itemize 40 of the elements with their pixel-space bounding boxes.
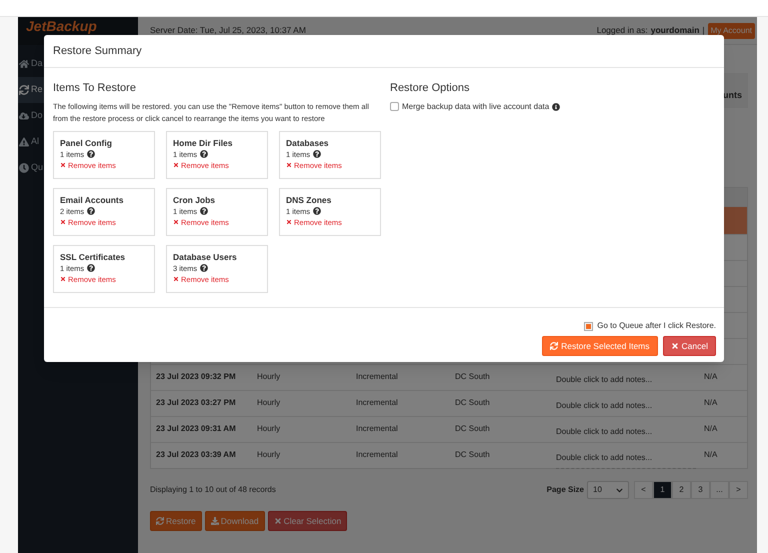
table-cell-text: DC South — [455, 371, 491, 383]
table-cell-text: DC South — [455, 397, 491, 409]
server-date: Server Date: Tue, Jul 25, 2023, 10:37 AM — [150, 24, 306, 37]
table-cell-text: N/A — [703, 423, 718, 435]
option-label: Merge backup data with live account data — [402, 100, 550, 112]
item-name: Panel Config — [60, 138, 113, 148]
item-name: Cron Jobs — [173, 194, 216, 206]
options-heading: Restore Options — [390, 81, 470, 96]
table-cell-text: Hourly — [257, 371, 282, 383]
page-size-label: Page Size — [546, 484, 584, 496]
table-cell-text: Incremental — [356, 371, 399, 383]
table-cell-text: 23 Jul 2023 03:39 AM — [156, 449, 237, 461]
dialog-title: Restore Summary — [53, 44, 142, 59]
table-cell-text: DC South — [455, 423, 491, 435]
table-cell-text: Hourly — [257, 423, 282, 435]
logo: JetBackup — [26, 19, 97, 33]
table-cell-text: 23 Jul 2023 03:27 PM — [156, 397, 237, 409]
table-cell-text: Incremental — [356, 397, 399, 409]
item-name: Database Users — [173, 252, 238, 262]
item-name: Home Dir Files — [173, 138, 234, 148]
item-name: DNS Zones — [286, 194, 332, 206]
username: yourdomain — [650, 24, 700, 37]
table-cell-text: Incremental — [356, 423, 399, 435]
table-cell-text: Incremental — [356, 449, 399, 461]
separator: | — [702, 24, 705, 37]
table-cell-text: N/A — [703, 449, 718, 461]
item-name: SSL Certificates — [60, 252, 126, 262]
table-cell-text: Hourly — [257, 449, 282, 461]
records-summary: Displaying 1 to 10 out of 48 records — [150, 484, 276, 496]
item-name: Email Accounts — [60, 194, 124, 206]
queue-option-label: Go to Queue after I click Restore. — [597, 320, 716, 332]
table-cell-text: N/A — [703, 371, 718, 383]
table-cell-text: 23 Jul 2023 09:32 PM — [156, 371, 237, 383]
table-cell-text: Hourly — [257, 397, 282, 409]
item-name: Databases — [286, 138, 330, 148]
table-cell-text: DC South — [455, 449, 491, 461]
items-heading: Items To Restore — [53, 81, 137, 96]
table-cell-text: 23 Jul 2023 09:31 AM — [156, 423, 237, 435]
table-cell-text: N/A — [703, 397, 718, 409]
login-label: Logged in as: — [596, 24, 648, 37]
